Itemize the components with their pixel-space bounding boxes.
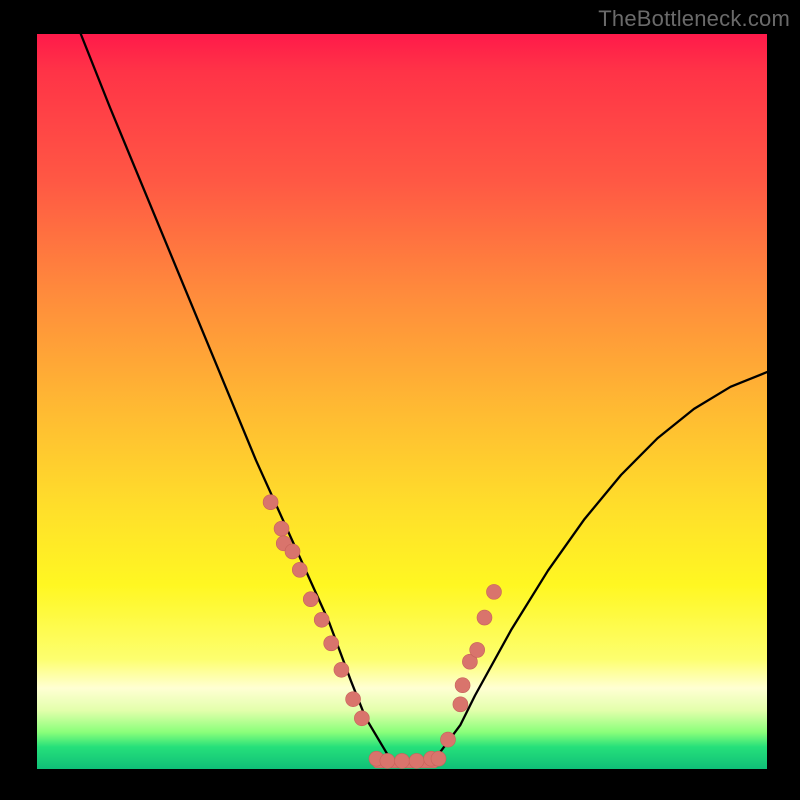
curve-group	[81, 34, 767, 765]
marker-dot	[431, 751, 446, 766]
marker-dot	[314, 612, 329, 627]
marker-dot	[470, 642, 485, 657]
marker-dot	[346, 692, 361, 707]
marker-dot	[274, 521, 289, 536]
marker-dot	[395, 753, 410, 768]
marker-dot	[292, 562, 307, 577]
marker-dot	[354, 711, 369, 726]
curve-path	[81, 34, 767, 765]
marker-dot	[285, 544, 300, 559]
marker-dot	[334, 662, 349, 677]
markers-group	[263, 495, 501, 769]
marker-dot	[303, 592, 318, 607]
chart-frame: TheBottleneck.com	[0, 0, 800, 800]
marker-dot	[409, 753, 424, 768]
marker-dot	[455, 678, 470, 693]
marker-dot	[440, 732, 455, 747]
marker-dot	[486, 584, 501, 599]
chart-svg	[37, 34, 767, 769]
marker-dot	[477, 610, 492, 625]
marker-dot	[453, 697, 468, 712]
plot-area	[37, 34, 767, 769]
marker-dot	[324, 636, 339, 651]
watermark-text: TheBottleneck.com	[598, 6, 790, 32]
marker-dot	[380, 753, 395, 768]
marker-dot	[263, 495, 278, 510]
